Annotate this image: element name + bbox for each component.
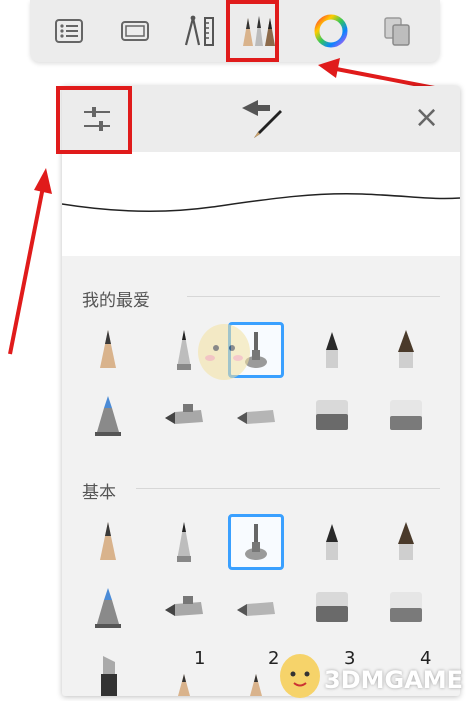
- brush-chisel-marker[interactable]: [80, 646, 136, 696]
- small-pencil-icon: [178, 674, 190, 696]
- brush-marker[interactable]: [304, 322, 360, 378]
- brush-paintbrush-basic[interactable]: [378, 514, 434, 570]
- canvas-frame-button[interactable]: [112, 8, 158, 54]
- pencil-icon: [100, 522, 116, 560]
- paintbrush-icon: [398, 522, 414, 560]
- brush-editor-button[interactable]: [236, 96, 288, 144]
- blender-icon: [237, 410, 275, 424]
- brush-pen-icon: [242, 100, 284, 138]
- brush-blender[interactable]: [228, 388, 284, 444]
- pencil-icon: [100, 330, 116, 368]
- canvas-frame-icon: [121, 21, 149, 41]
- brushes-highlight-box: [226, 0, 279, 62]
- brush-eraser-soft-basic[interactable]: [378, 580, 434, 636]
- airbrush-icon: [245, 524, 267, 560]
- eraser-soft-icon: [390, 400, 422, 430]
- blender-icon: [237, 602, 275, 616]
- stroke-preview: [62, 152, 460, 256]
- brush-pencil-basic[interactable]: [80, 514, 136, 570]
- small-pencil-icon: [250, 674, 262, 696]
- brush-library-panel: × 我的最爱 基本 1 2 3 4: [62, 86, 460, 696]
- copy-layers-icon: [384, 17, 410, 46]
- brush-blender-basic[interactable]: [228, 580, 284, 636]
- mascot-watermark: [198, 324, 250, 380]
- section-title-basic: 基本: [82, 483, 116, 503]
- felt-marker-icon: [95, 396, 121, 436]
- section-title-favorites: 我的最爱: [82, 291, 150, 311]
- layers-list-button[interactable]: [46, 8, 92, 54]
- brush-pencil[interactable]: [80, 322, 136, 378]
- annotation-arrow-left: [8, 168, 52, 355]
- felt-marker-icon: [95, 588, 121, 628]
- color-wheel-icon: [314, 14, 348, 48]
- paintbrush-icon: [398, 330, 414, 368]
- brush-paintbrush[interactable]: [378, 322, 434, 378]
- watermark-text: 3DMGAME: [324, 666, 464, 694]
- size-label-1: 1: [194, 648, 206, 669]
- settings-highlight-box: [56, 86, 132, 154]
- close-button[interactable]: ×: [414, 103, 439, 133]
- brush-felt-marker[interactable]: [80, 388, 136, 444]
- mascot-logo: [280, 654, 320, 698]
- eraser-icon: [316, 400, 348, 430]
- smudge-icon: [165, 596, 203, 616]
- ruler-compass-button[interactable]: [178, 8, 224, 54]
- brush-airbrush-basic[interactable]: [228, 514, 284, 570]
- brush-eraser-hard[interactable]: [304, 388, 360, 444]
- ruler-compass-icon: [184, 15, 214, 46]
- brush-smudge[interactable]: [156, 388, 212, 444]
- section-divider: [136, 488, 440, 489]
- smudge-icon: [165, 404, 203, 424]
- brush-technical-pen-basic[interactable]: [156, 514, 212, 570]
- technical-pen-icon: [177, 522, 191, 562]
- marker-icon: [326, 332, 338, 368]
- brush-eraser-hard-basic[interactable]: [304, 580, 360, 636]
- layers-list-icon: [55, 19, 83, 43]
- brush-smudge-basic[interactable]: [156, 580, 212, 636]
- brush-felt-marker-basic[interactable]: [80, 580, 136, 636]
- chisel-marker-icon: [101, 656, 117, 696]
- eraser-icon: [316, 592, 348, 622]
- brush-marker-basic[interactable]: [304, 514, 360, 570]
- marker-icon: [326, 524, 338, 560]
- eraser-soft-icon: [390, 592, 422, 622]
- stroke-preview-line: [62, 192, 460, 213]
- brush-eraser-soft[interactable]: [378, 388, 434, 444]
- section-divider: [187, 296, 440, 297]
